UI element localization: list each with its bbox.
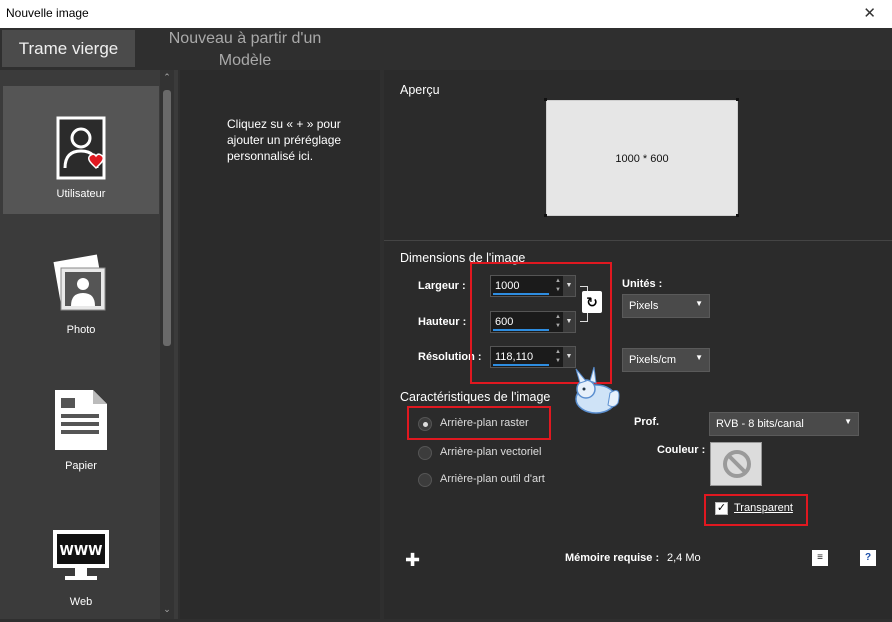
tab-bar: Trame vierge Nouveau à partir d'un Modèl… <box>0 28 892 70</box>
custom-presets-panel: Cliquez su « + » pour ajouter un prérégl… <box>180 70 380 619</box>
depth-select[interactable]: RVB - 8 bits/canal ▼ <box>709 412 859 436</box>
chevron-up-icon[interactable]: ⌃ <box>160 72 174 83</box>
sidebar-item-papier[interactable]: Papier <box>3 358 159 486</box>
tab-trame-vierge[interactable]: Trame vierge <box>2 30 135 67</box>
svg-text:WWW: WWW <box>59 544 102 559</box>
window-title: Nouvelle image <box>6 6 89 20</box>
color-swatch[interactable] <box>710 442 762 486</box>
scroll-thumb[interactable] <box>163 90 171 346</box>
units-select[interactable]: Pixels ▼ <box>622 294 710 318</box>
mascot-watermark <box>575 366 620 414</box>
radio-button[interactable] <box>418 446 432 460</box>
corner-handle <box>736 214 739 217</box>
sidebar-item-utilisateur[interactable]: Utilisateur <box>3 86 159 214</box>
sidebar-scrollbar[interactable]: ⌃ ⌄ <box>160 70 174 619</box>
close-icon[interactable]: ✕ <box>863 4 876 22</box>
chevron-down-icon[interactable]: ⌄ <box>160 604 174 615</box>
preview-size-label: 1000 * 600 <box>615 153 669 165</box>
highlight-box <box>407 406 551 440</box>
memory-value: 2,4 Mo <box>667 552 701 564</box>
sidebar-item-label: Photo <box>66 324 96 336</box>
preview-title: Aperçu <box>400 83 440 97</box>
title-bar: Nouvelle image ✕ <box>0 0 892 28</box>
resolution-units-value: Pixels/cm <box>629 354 677 366</box>
sidebar-item-photo[interactable]: Photo <box>3 222 159 350</box>
tab-modele[interactable]: Nouveau à partir d'un Modèle <box>150 28 340 72</box>
add-preset-button[interactable]: ✚ <box>405 550 420 571</box>
characteristics-title: Caractéristiques de l'image <box>400 390 551 404</box>
corner-handle <box>544 214 547 217</box>
memory-label: Mémoire requise : <box>565 552 660 564</box>
height-label: Hauteur : <box>418 316 467 328</box>
depth-label: Prof. <box>634 416 660 428</box>
units-label: Unités : <box>622 278 663 290</box>
chevron-down-icon: ▼ <box>695 353 703 362</box>
sidebar-item-label: Papier <box>65 460 97 472</box>
preset-category-sidebar: Utilisateur Photo Papier WWW Web ⌃ ⌄ <box>0 70 178 619</box>
presets-hint: Cliquez su « + » pour ajouter un prérégl… <box>227 117 342 163</box>
corner-handle <box>736 98 739 101</box>
sidebar-item-label: Utilisateur <box>56 188 106 200</box>
preview-canvas: 1000 * 600 <box>546 100 738 216</box>
notes-icon[interactable]: ≡ <box>812 550 828 566</box>
photo-icon <box>53 254 106 311</box>
sidebar-item-web[interactable]: WWW Web <box>3 494 159 622</box>
resolution-units-select[interactable]: Pixels/cm ▼ <box>622 348 710 372</box>
units-value: Pixels <box>629 300 659 312</box>
paper-icon <box>55 390 107 450</box>
chevron-down-icon: ▼ <box>844 417 852 426</box>
help-icon[interactable]: ? <box>860 550 876 566</box>
chevron-down-icon: ▼ <box>695 299 703 308</box>
depth-value: RVB - 8 bits/canal <box>716 418 804 430</box>
web-icon: WWW <box>53 530 109 580</box>
width-label: Largeur : <box>418 280 466 292</box>
radio-button[interactable] <box>418 473 432 487</box>
color-label: Couleur : <box>657 444 706 456</box>
divider <box>384 240 892 241</box>
sidebar-item-label: Web <box>69 596 93 608</box>
no-color-icon <box>723 450 751 478</box>
corner-handle <box>544 98 547 101</box>
radio-label: Arrière-plan outil d'art <box>440 473 545 485</box>
settings-panel: Aperçu 1000 * 600 Dimensions de l'image … <box>384 70 892 619</box>
user-icon <box>56 116 106 180</box>
radio-label: Arrière-plan vectoriel <box>440 446 542 458</box>
highlight-box <box>704 494 808 526</box>
